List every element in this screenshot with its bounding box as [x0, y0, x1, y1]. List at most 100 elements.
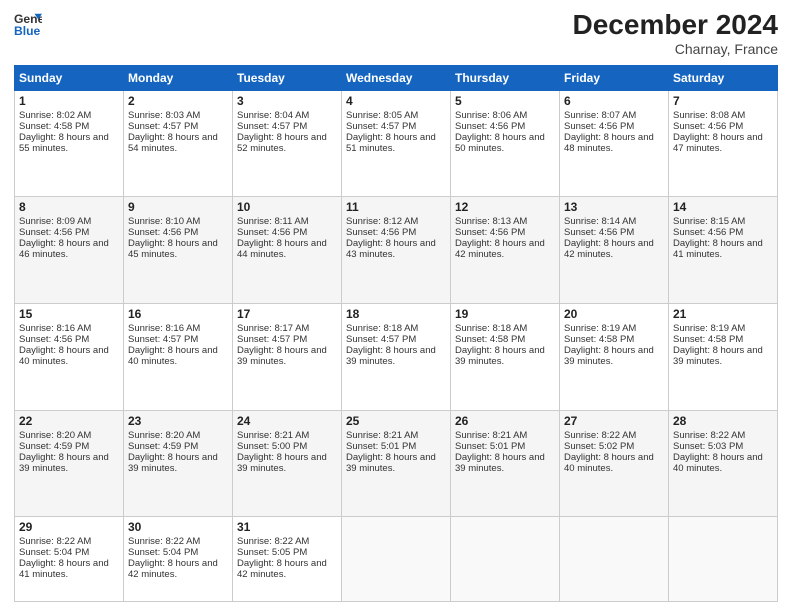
- table-row: 13Sunrise: 8:14 AMSunset: 4:56 PMDayligh…: [560, 197, 669, 304]
- day-info: Daylight: 8 hours and 44 minutes.: [237, 238, 337, 260]
- day-info: Daylight: 8 hours and 39 minutes.: [128, 452, 228, 474]
- day-info: Sunrise: 8:09 AM: [19, 216, 119, 227]
- day-info: Sunset: 5:01 PM: [455, 441, 555, 452]
- day-info: Sunrise: 8:18 AM: [455, 323, 555, 334]
- day-number: 10: [237, 200, 337, 214]
- day-info: Daylight: 8 hours and 39 minutes.: [673, 345, 773, 367]
- table-row: 12Sunrise: 8:13 AMSunset: 4:56 PMDayligh…: [451, 197, 560, 304]
- day-info: Sunset: 5:03 PM: [673, 441, 773, 452]
- table-row: 25Sunrise: 8:21 AMSunset: 5:01 PMDayligh…: [342, 410, 451, 517]
- table-row: 11Sunrise: 8:12 AMSunset: 4:56 PMDayligh…: [342, 197, 451, 304]
- col-wednesday: Wednesday: [342, 65, 451, 90]
- day-number: 16: [128, 307, 228, 321]
- day-info: Sunrise: 8:14 AM: [564, 216, 664, 227]
- day-info: Sunrise: 8:11 AM: [237, 216, 337, 227]
- day-info: Sunrise: 8:05 AM: [346, 110, 446, 121]
- day-info: Daylight: 8 hours and 40 minutes.: [564, 452, 664, 474]
- day-info: Sunset: 4:56 PM: [564, 227, 664, 238]
- day-info: Sunset: 4:57 PM: [346, 334, 446, 345]
- day-info: Daylight: 8 hours and 54 minutes.: [128, 132, 228, 154]
- day-number: 5: [455, 94, 555, 108]
- day-info: Sunrise: 8:03 AM: [128, 110, 228, 121]
- day-number: 25: [346, 414, 446, 428]
- day-info: Sunrise: 8:21 AM: [455, 430, 555, 441]
- table-row: 30Sunrise: 8:22 AMSunset: 5:04 PMDayligh…: [124, 517, 233, 602]
- day-info: Sunrise: 8:19 AM: [673, 323, 773, 334]
- table-row: 26Sunrise: 8:21 AMSunset: 5:01 PMDayligh…: [451, 410, 560, 517]
- table-row: 10Sunrise: 8:11 AMSunset: 4:56 PMDayligh…: [233, 197, 342, 304]
- col-monday: Monday: [124, 65, 233, 90]
- day-info: Daylight: 8 hours and 45 minutes.: [128, 238, 228, 260]
- day-info: Daylight: 8 hours and 41 minutes.: [19, 558, 119, 580]
- calendar-header-row: Sunday Monday Tuesday Wednesday Thursday…: [15, 65, 778, 90]
- day-info: Sunrise: 8:02 AM: [19, 110, 119, 121]
- day-info: Daylight: 8 hours and 40 minutes.: [128, 345, 228, 367]
- day-info: Sunset: 5:04 PM: [19, 547, 119, 558]
- day-number: 31: [237, 520, 337, 534]
- table-row: 19Sunrise: 8:18 AMSunset: 4:58 PMDayligh…: [451, 303, 560, 410]
- day-number: 27: [564, 414, 664, 428]
- day-info: Daylight: 8 hours and 43 minutes.: [346, 238, 446, 260]
- table-row: [342, 517, 451, 602]
- header: General Blue December 2024 Charnay, Fran…: [14, 10, 778, 57]
- day-number: 9: [128, 200, 228, 214]
- col-thursday: Thursday: [451, 65, 560, 90]
- day-number: 19: [455, 307, 555, 321]
- table-row: 14Sunrise: 8:15 AMSunset: 4:56 PMDayligh…: [669, 197, 778, 304]
- table-row: [669, 517, 778, 602]
- day-info: Daylight: 8 hours and 39 minutes.: [19, 452, 119, 474]
- day-info: Sunrise: 8:06 AM: [455, 110, 555, 121]
- day-info: Sunset: 4:58 PM: [673, 334, 773, 345]
- day-info: Sunset: 4:57 PM: [128, 334, 228, 345]
- day-number: 23: [128, 414, 228, 428]
- day-number: 29: [19, 520, 119, 534]
- table-row: 6Sunrise: 8:07 AMSunset: 4:56 PMDaylight…: [560, 90, 669, 197]
- day-info: Daylight: 8 hours and 46 minutes.: [19, 238, 119, 260]
- day-info: Sunset: 5:04 PM: [128, 547, 228, 558]
- table-row: 22Sunrise: 8:20 AMSunset: 4:59 PMDayligh…: [15, 410, 124, 517]
- day-info: Daylight: 8 hours and 42 minutes.: [128, 558, 228, 580]
- day-number: 13: [564, 200, 664, 214]
- day-info: Daylight: 8 hours and 40 minutes.: [19, 345, 119, 367]
- calendar-title: December 2024: [573, 10, 778, 41]
- day-number: 8: [19, 200, 119, 214]
- day-info: Daylight: 8 hours and 39 minutes.: [455, 452, 555, 474]
- day-info: Daylight: 8 hours and 47 minutes.: [673, 132, 773, 154]
- day-info: Sunrise: 8:22 AM: [19, 536, 119, 547]
- day-number: 15: [19, 307, 119, 321]
- day-info: Sunset: 4:59 PM: [19, 441, 119, 452]
- day-info: Daylight: 8 hours and 39 minutes.: [346, 345, 446, 367]
- day-info: Daylight: 8 hours and 41 minutes.: [673, 238, 773, 260]
- day-info: Daylight: 8 hours and 51 minutes.: [346, 132, 446, 154]
- page: General Blue December 2024 Charnay, Fran…: [0, 0, 792, 612]
- day-number: 1: [19, 94, 119, 108]
- day-info: Daylight: 8 hours and 39 minutes.: [237, 452, 337, 474]
- day-info: Sunset: 4:57 PM: [237, 121, 337, 132]
- table-row: [451, 517, 560, 602]
- day-number: 12: [455, 200, 555, 214]
- day-info: Sunset: 4:56 PM: [564, 121, 664, 132]
- table-row: 16 Sunrise: 8:16 AMSunset: 4:57 PMDayligh…: [124, 303, 233, 410]
- table-row: 24Sunrise: 8:21 AMSunset: 5:00 PMDayligh…: [233, 410, 342, 517]
- day-info: Daylight: 8 hours and 39 minutes.: [455, 345, 555, 367]
- day-info: Sunrise: 8:20 AM: [128, 430, 228, 441]
- day-number: 30: [128, 520, 228, 534]
- logo-icon: General Blue: [14, 10, 42, 38]
- day-info: Sunrise: 8:13 AM: [455, 216, 555, 227]
- day-info: Sunset: 4:59 PM: [128, 441, 228, 452]
- day-info: Sunset: 5:05 PM: [237, 547, 337, 558]
- day-number: 17: [237, 307, 337, 321]
- day-info: Sunrise: 8:16 AM: [128, 323, 228, 334]
- table-row: 4Sunrise: 8:05 AMSunset: 4:57 PMDaylight…: [342, 90, 451, 197]
- day-info: Sunrise: 8:16 AM: [19, 323, 119, 334]
- day-info: Sunrise: 8:22 AM: [564, 430, 664, 441]
- day-info: Sunset: 5:02 PM: [564, 441, 664, 452]
- table-row: 31Sunrise: 8:22 AMSunset: 5:05 PMDayligh…: [233, 517, 342, 602]
- day-info: Sunset: 4:56 PM: [19, 227, 119, 238]
- day-info: Daylight: 8 hours and 42 minutes.: [237, 558, 337, 580]
- day-info: Sunset: 4:56 PM: [346, 227, 446, 238]
- title-block: December 2024 Charnay, France: [573, 10, 778, 57]
- col-tuesday: Tuesday: [233, 65, 342, 90]
- day-info: Sunset: 4:56 PM: [455, 227, 555, 238]
- day-info: Sunset: 4:57 PM: [128, 121, 228, 132]
